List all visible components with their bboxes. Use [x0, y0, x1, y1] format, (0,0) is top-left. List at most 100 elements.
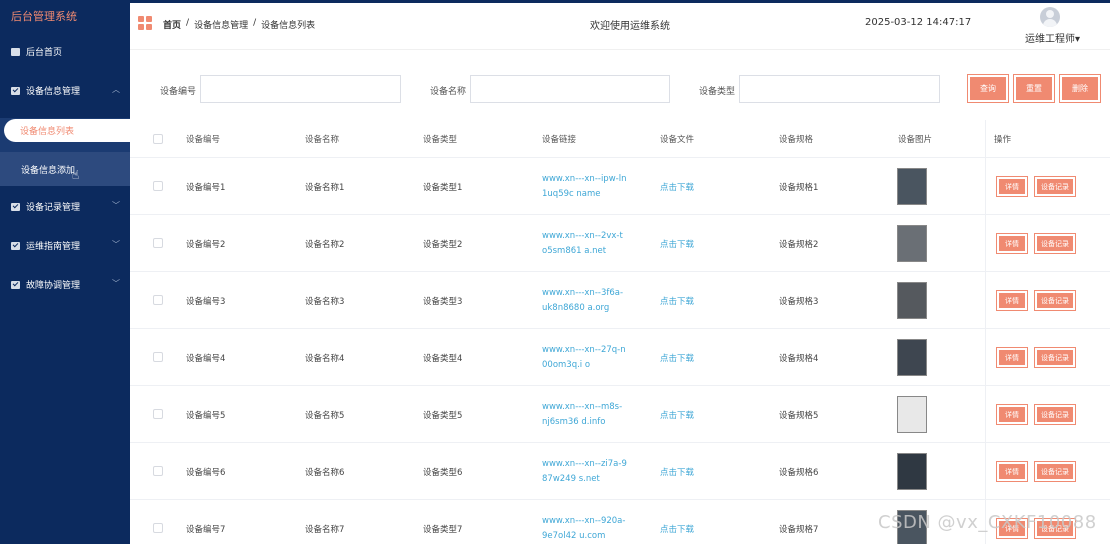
column-header: 设备文件 — [660, 135, 695, 145]
chevron-down-icon: ﹀ — [112, 279, 120, 288]
header: 首页 / 设备信息管理 / 设备信息列表 欢迎使用运维系统 2025-03-12… — [130, 0, 1110, 50]
cell-device-no: 设备编号7 — [186, 525, 226, 535]
device-table: 设备编号 设备名称 设备类型 设备链接 设备文件 设备规格 设备图片 操作 设备… — [130, 120, 1110, 544]
row-checkbox[interactable] — [153, 409, 163, 419]
check-icon — [11, 280, 20, 289]
cell-device-no: 设备编号1 — [186, 183, 226, 193]
sidebar-item-label: 设备记录管理 — [26, 203, 81, 213]
detail-button[interactable]: 详情 — [996, 176, 1028, 197]
app: 后台管理系统 后台首页 设备信息管理 ︿ 设备信息列表 设备信息添加 ☝ 设备记… — [0, 0, 1110, 544]
download-link[interactable]: 点击下载 — [660, 352, 694, 364]
row-checkbox[interactable] — [153, 352, 163, 362]
cell-device-spec: 设备规格2 — [779, 240, 819, 250]
hand-cursor-icon: ☝ — [72, 168, 80, 182]
device-record-button[interactable]: 设备记录 — [1034, 404, 1076, 425]
menu-grid-icon[interactable] — [138, 16, 152, 30]
sidebar: 后台管理系统 后台首页 设备信息管理 ︿ 设备信息列表 设备信息添加 ☝ 设备记… — [0, 0, 132, 544]
cell-device-link[interactable]: www.xn---xn--m8s-nj6sm36 d.info — [542, 400, 627, 430]
cell-device-link[interactable]: www.xn---xn--3f6a-uk8n8680 a.org — [542, 286, 627, 316]
select-all-checkbox[interactable] — [153, 134, 163, 144]
cell-device-name: 设备名称3 — [305, 297, 345, 307]
table-row: 设备编号5 设备名称5 设备类型5 www.xn---xn--m8s-nj6sm36 … — [130, 386, 1110, 443]
cell-device-link[interactable]: www.xn---xn--zi7a-987w249 s.net — [542, 457, 627, 487]
detail-button[interactable]: 详情 — [996, 233, 1028, 254]
detail-button[interactable]: 详情 — [996, 347, 1028, 368]
row-checkbox[interactable] — [153, 523, 163, 533]
row-checkbox[interactable] — [153, 466, 163, 476]
cell-device-link[interactable]: www.xn---xn--2vx-to5sm861 a.net — [542, 229, 627, 259]
cell-device-name: 设备名称6 — [305, 468, 345, 478]
device-record-button[interactable]: 设备记录 — [1034, 176, 1076, 197]
sidebar-item-label: 运维指南管理 — [26, 242, 81, 252]
sidebar-item-home[interactable]: 后台首页 — [0, 32, 130, 71]
row-checkbox[interactable] — [153, 295, 163, 305]
download-link[interactable]: 点击下载 — [660, 295, 694, 307]
cell-device-type: 设备类型7 — [423, 525, 463, 535]
cell-device-spec: 设备规格1 — [779, 183, 819, 193]
download-link[interactable]: 点击下载 — [660, 466, 694, 478]
device-record-button[interactable]: 设备记录 — [1034, 347, 1076, 368]
watermark: CSDN @vx_CXKF10088 — [878, 512, 1097, 533]
query-button[interactable]: 查询 — [967, 74, 1009, 103]
device-image — [897, 339, 927, 376]
device-no-input[interactable] — [200, 75, 401, 103]
table-row: 设备编号1 设备名称1 设备类型1 www.xn---xn--ipw-ln1uq59c… — [130, 158, 1110, 215]
cell-device-name: 设备名称2 — [305, 240, 345, 250]
cell-device-link[interactable]: www.xn---xn--27q-n00om3q.i o — [542, 343, 627, 373]
chevron-down-icon: ﹀ — [112, 201, 120, 210]
device-no-label: 设备编号 — [160, 87, 197, 97]
cell-device-link[interactable]: www.xn---xn--ipw-ln1uq59c name — [542, 172, 627, 202]
column-header: 设备链接 — [542, 135, 577, 145]
cell-device-name: 设备名称7 — [305, 525, 345, 535]
column-header: 设备规格 — [779, 135, 814, 145]
detail-button[interactable]: 详情 — [996, 461, 1028, 482]
detail-button[interactable]: 详情 — [996, 404, 1028, 425]
delete-button[interactable]: 删除 — [1059, 74, 1101, 103]
row-checkbox[interactable] — [153, 181, 163, 191]
download-link[interactable]: 点击下载 — [660, 181, 694, 193]
chevron-down-icon: ﹀ — [112, 240, 120, 249]
sidebar-item-device-add[interactable]: 设备信息添加 — [0, 152, 130, 186]
sidebar-item-device-list[interactable]: 设备信息列表 — [4, 119, 132, 142]
breadcrumb-home[interactable]: 首页 — [163, 18, 181, 31]
sidebar-item-label: 设备信息添加 — [21, 165, 76, 176]
sidebar-item-label: 故障协调管理 — [26, 281, 81, 291]
cell-device-spec: 设备规格4 — [779, 354, 819, 364]
device-record-button[interactable]: 设备记录 — [1034, 461, 1076, 482]
device-name-input[interactable] — [470, 75, 670, 103]
sidebar-item-fault[interactable]: 故障协调管理 ﹀ — [0, 265, 130, 304]
cell-device-no: 设备编号2 — [186, 240, 226, 250]
download-link[interactable]: 点击下载 — [660, 523, 694, 535]
column-header: 设备类型 — [423, 135, 458, 145]
breadcrumb: 首页 / 设备信息管理 / 设备信息列表 — [163, 18, 315, 31]
device-type-input[interactable] — [739, 75, 940, 103]
cell-device-no: 设备编号5 — [186, 411, 226, 421]
user-dropdown[interactable]: 运维工程师▾ — [1025, 30, 1080, 45]
device-record-button[interactable]: 设备记录 — [1034, 290, 1076, 311]
breadcrumb-separator: / — [253, 18, 257, 28]
table-header: 设备编号 设备名称 设备类型 设备链接 设备文件 设备规格 设备图片 操作 — [130, 120, 1110, 158]
sidebar-item-guide[interactable]: 运维指南管理 ﹀ — [0, 226, 130, 265]
download-link[interactable]: 点击下载 — [660, 409, 694, 421]
sidebar-item-device-record[interactable]: 设备记录管理 ﹀ — [0, 187, 130, 226]
breadcrumb-item: 设备信息管理 — [194, 21, 249, 31]
download-link[interactable]: 点击下载 — [660, 238, 694, 250]
detail-button[interactable]: 详情 — [996, 290, 1028, 311]
cell-device-spec: 设备规格6 — [779, 468, 819, 478]
cell-device-link[interactable]: www.xn---xn--920a-9e7ol42 u.com — [542, 514, 627, 544]
column-header: 操作 — [994, 135, 1012, 145]
avatar[interactable] — [1040, 7, 1060, 27]
device-record-button[interactable]: 设备记录 — [1034, 233, 1076, 254]
device-image — [897, 168, 927, 205]
sidebar-item-device-info[interactable]: 设备信息管理 ︿ — [0, 71, 130, 110]
device-name-label: 设备名称 — [430, 87, 467, 97]
cell-device-no: 设备编号6 — [186, 468, 226, 478]
device-image — [897, 225, 927, 262]
reset-button[interactable]: 重置 — [1013, 74, 1055, 103]
brand-title: 后台管理系统 — [11, 10, 77, 23]
cell-device-spec: 设备规格7 — [779, 525, 819, 535]
cell-device-no: 设备编号4 — [186, 354, 226, 364]
column-header: 设备图片 — [898, 135, 933, 145]
monitor-icon — [11, 47, 20, 56]
row-checkbox[interactable] — [153, 238, 163, 248]
